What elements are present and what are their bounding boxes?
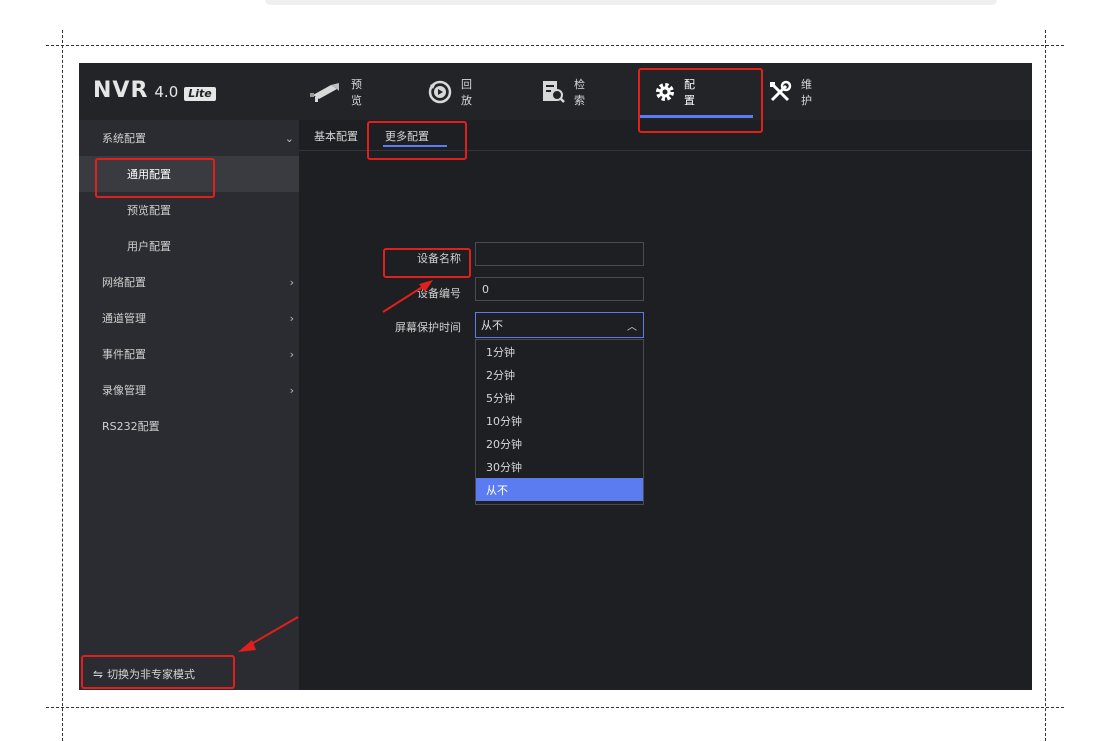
nav-item-search[interactable]: 检索 xyxy=(540,63,585,120)
playback-icon xyxy=(427,79,453,105)
annotation-arrow-switch-mode xyxy=(238,616,299,652)
annotation-box-screensaver-label xyxy=(383,248,471,278)
annotation-box-general-config xyxy=(95,158,215,198)
nav-label: 回放 xyxy=(461,77,472,107)
sidebar-item-network-config[interactable]: 网络配置 › xyxy=(79,264,299,300)
nav-item-preview[interactable]: 预览 xyxy=(309,63,362,120)
browser-top-bar xyxy=(265,0,997,5)
chevron-right-icon: › xyxy=(289,347,294,361)
sidebar: 系统配置 ⌄ 通用配置 预览配置 用户配置 网络配置 › 通道管理 › 事件配置… xyxy=(79,120,299,690)
app-logo: NVR 4.0 Lite xyxy=(93,78,216,104)
sidebar-item-recording-management[interactable]: 录像管理 › xyxy=(79,372,299,408)
nav-label: 维护 xyxy=(801,77,812,107)
sidebar-item-label: 网络配置 xyxy=(102,276,146,289)
sidebar-item-system-config[interactable]: 系统配置 ⌄ xyxy=(79,120,299,156)
chevron-right-icon: › xyxy=(289,383,294,397)
device-number-input[interactable] xyxy=(475,277,644,301)
nav-item-maintenance[interactable]: 维护 xyxy=(767,63,812,120)
content-area: 基本配置 更多配置 设备名称 设备编号 屏幕保护时间 从不 ︿ 1分钟 2分钟 … xyxy=(299,120,1032,690)
dropdown-option[interactable]: 30分钟 xyxy=(476,455,643,478)
dropdown-option-selected[interactable]: 从不 xyxy=(476,478,643,501)
nvr-app-window: NVR 4.0 Lite 预览 回放 检索 配置 维护 系统配置 ⌄ 通用配置 … xyxy=(79,63,1032,690)
logo-version: 4.0 xyxy=(154,83,179,101)
camera-icon xyxy=(309,81,343,103)
screensaver-label: 屏幕保护时间 xyxy=(395,321,461,334)
sidebar-item-label: 预览配置 xyxy=(127,204,171,217)
guide-line-left xyxy=(62,30,63,741)
sidebar-item-label: 通道管理 xyxy=(102,312,146,325)
dropdown-option[interactable]: 2分钟 xyxy=(476,363,643,386)
guide-line-top xyxy=(46,45,1064,46)
nav-label: 预览 xyxy=(351,77,362,107)
tools-icon xyxy=(767,79,793,105)
nav-item-playback[interactable]: 回放 xyxy=(427,63,472,120)
logo-text: NVR xyxy=(93,78,149,103)
chevron-right-icon: › xyxy=(289,275,294,289)
screensaver-dropdown: 1分钟 2分钟 5分钟 10分钟 20分钟 30分钟 从不 xyxy=(475,339,644,505)
dropdown-option[interactable]: 5分钟 xyxy=(476,386,643,409)
dropdown-option[interactable]: 20分钟 xyxy=(476,432,643,455)
sidebar-item-event-config[interactable]: 事件配置 › xyxy=(79,336,299,372)
guide-line-bottom xyxy=(46,707,1064,708)
header-bar: NVR 4.0 Lite 预览 回放 检索 配置 维护 xyxy=(79,63,1032,120)
dropdown-option[interactable]: 1分钟 xyxy=(476,340,643,363)
annotation-box-more-config-tab xyxy=(367,121,467,160)
chevron-right-icon: › xyxy=(289,311,294,325)
device-name-input[interactable] xyxy=(475,242,644,266)
nav-label: 检索 xyxy=(574,77,585,107)
sidebar-item-rs232-config[interactable]: RS232配置 xyxy=(79,408,299,444)
dropdown-option[interactable]: 10分钟 xyxy=(476,409,643,432)
sidebar-item-label: 录像管理 xyxy=(102,384,146,397)
annotation-arrow-screensaver xyxy=(382,280,433,313)
sidebar-item-label: 用户配置 xyxy=(127,240,171,253)
sidebar-item-label: RS232配置 xyxy=(102,420,160,433)
search-doc-icon xyxy=(540,79,566,105)
screensaver-selected-value: 从不 xyxy=(481,319,503,332)
sidebar-item-label: 系统配置 xyxy=(102,132,146,145)
chevron-down-icon: ⌄ xyxy=(284,131,294,145)
sidebar-item-user-config[interactable]: 用户配置 xyxy=(79,228,299,264)
guide-line-right xyxy=(1045,30,1046,741)
annotation-box-switch-mode xyxy=(81,655,235,689)
logo-edition-badge: Lite xyxy=(184,87,216,101)
annotation-box-config-nav xyxy=(638,68,763,133)
tab-basic-config[interactable]: 基本配置 xyxy=(314,128,358,144)
screensaver-select[interactable]: 从不 ︿ xyxy=(475,312,644,338)
sidebar-item-label: 事件配置 xyxy=(102,348,146,361)
chevron-up-icon: ︿ xyxy=(627,322,637,333)
sidebar-item-channel-management[interactable]: 通道管理 › xyxy=(79,300,299,336)
